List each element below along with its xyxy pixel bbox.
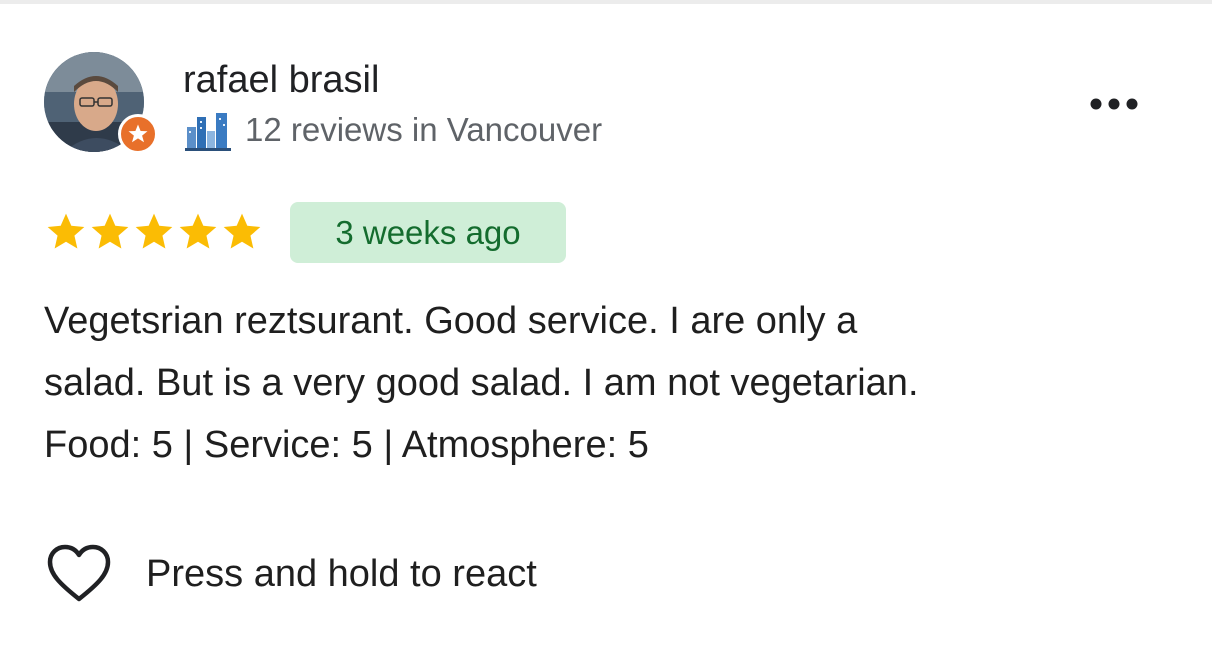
local-guide-badge: [118, 114, 158, 154]
reviews-count-text: 12 reviews in Vancouver: [245, 111, 603, 148]
city-skyline-icon: [185, 109, 231, 151]
more-options-button[interactable]: [1082, 86, 1146, 122]
local-guide-star-icon: [128, 124, 148, 143]
review-text-line: salad. But is a very good salad. I am no…: [44, 362, 919, 404]
star-icon: [135, 213, 173, 249]
review-text-line: Vegetsrian reztsurant. Good service. I a…: [44, 300, 858, 342]
reviewer-avatar-group[interactable]: [44, 52, 158, 156]
reviewer-name[interactable]: rafael brasil: [183, 58, 379, 102]
star-icon: [91, 213, 129, 249]
review-ratings-breakdown: Food: 5 | Service: 5 | Atmosphere: 5: [44, 424, 649, 466]
react-button[interactable]: Press and hold to react: [46, 544, 537, 604]
more-options-icon: [1090, 98, 1138, 110]
review-time-badge: 3 weeks ago: [290, 202, 566, 263]
review-text: Vegetsrian reztsurant. Good service. I a…: [44, 290, 1164, 476]
star-rating: [44, 208, 264, 256]
react-label: Press and hold to react: [146, 552, 537, 595]
star-icon: [47, 213, 85, 249]
reviewer-meta: 12 reviews in Vancouver: [185, 108, 602, 152]
heart-outline-icon: [47, 544, 111, 602]
review-card: rafael brasil 12 reviews in Vancouver 3 …: [0, 0, 1212, 660]
star-icon: [223, 213, 261, 249]
star-icon: [179, 213, 217, 249]
